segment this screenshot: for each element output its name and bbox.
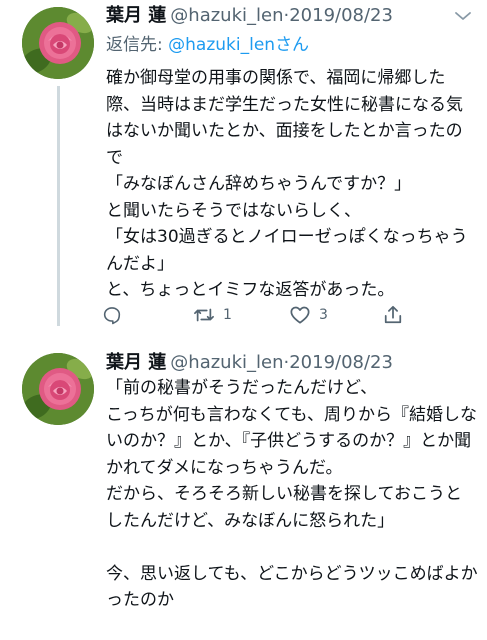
handle[interactable]: @hazuki_len [170,352,283,373]
tweet-text: 確か御母堂の用事の関係で、福岡に帰郷した際、当時はまだ学生だった女性に秘書になる… [106,68,468,300]
tweet-text: 「前の秘書がそうだったんだけど、 こっちが何も言わなくても、周りから『結婚しない… [106,378,478,610]
heart-icon [290,306,310,324]
timestamp[interactable]: 2019/08/23 [289,352,393,373]
reply-to-line: 返信先: @hazuki_lenさん [106,32,309,58]
retweet-icon [194,308,214,322]
display-name[interactable]: 葉月 蓮 [106,352,166,373]
thread-connector-line [57,86,60,326]
share-button[interactable] [383,302,403,328]
display-name[interactable]: 葉月 蓮 [106,5,166,26]
reply-icon [103,307,121,325]
avatar[interactable] [22,353,94,425]
tweet-header: 葉月 蓮 @hazuki_len·2019/08/23 [106,3,393,29]
share-icon [384,305,402,324]
more-options-icon[interactable] [452,8,474,24]
tweet-thread-reply[interactable]: 葉月 蓮 @hazuki_len·2019/08/23 「前の秘書がそうだったんだ… [0,345,487,640]
rose-avatar-icon [22,7,94,79]
reply-mention-link[interactable]: @hazuki_len [168,35,275,55]
avatar[interactable] [22,7,94,79]
retweet-count: 1 [223,307,232,323]
tweet-header: 葉月 蓮 @hazuki_len·2019/08/23 [106,350,393,376]
timestamp[interactable]: 2019/08/23 [289,5,393,26]
reply-button[interactable] [102,302,130,328]
rose-avatar-icon [22,353,94,425]
like-button[interactable]: 3 [289,302,328,328]
reply-prefix: 返信先: [106,35,169,55]
like-count: 3 [319,307,328,323]
retweet-button[interactable]: 1 [193,302,232,328]
reply-suffix: さん [275,35,310,55]
tweet-actions: 1 3 [100,302,480,328]
tweet-main[interactable]: 葉月 蓮 @hazuki_len·2019/08/23 返信先: @hazuki_… [0,0,487,345]
handle[interactable]: @hazuki_len [170,5,283,26]
